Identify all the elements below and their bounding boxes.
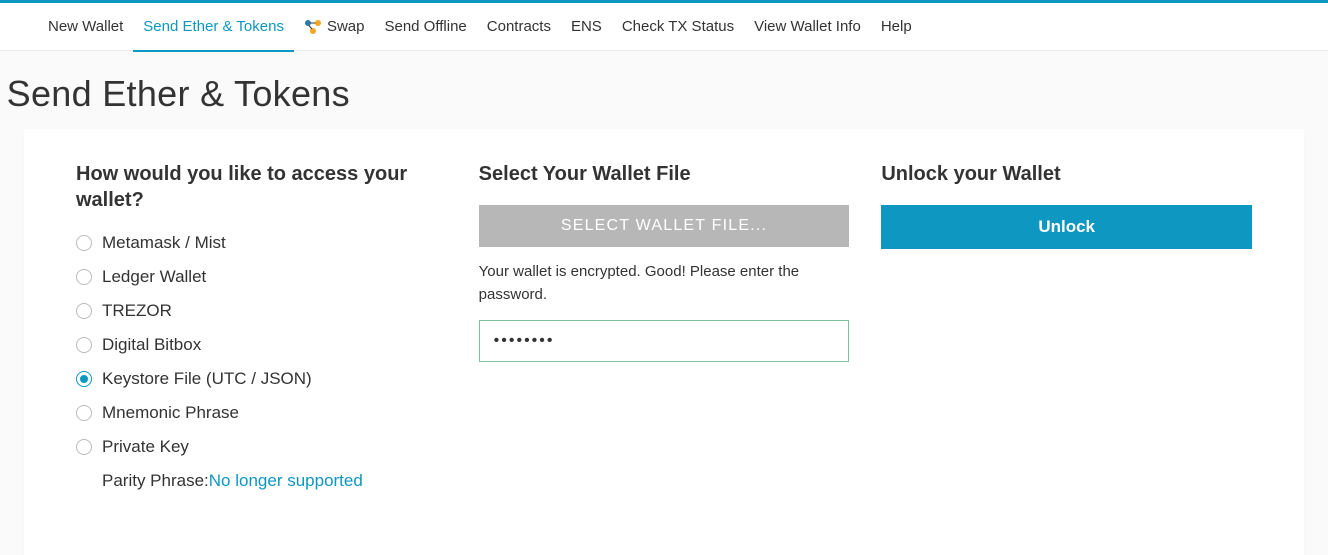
unlock-column: Unlock your Wallet Unlock [881,161,1252,503]
nav-send-offline[interactable]: Send Offline [374,3,476,51]
access-radio-list: Metamask / Mist Ledger Wallet TREZOR Dig… [76,231,447,493]
access-option-digital-bitbox[interactable]: Digital Bitbox [76,333,447,357]
radio-icon [76,439,92,455]
nav-swap[interactable]: Swap [294,3,375,51]
wallet-password-input[interactable] [479,320,850,362]
nav-help[interactable]: Help [871,3,922,51]
radio-label: Keystore File (UTC / JSON) [102,369,312,389]
wallet-encrypted-helper: Your wallet is encrypted. Good! Please e… [479,261,850,306]
access-option-private-key[interactable]: Private Key [76,435,447,459]
access-parity-row: Parity Phrase: No longer supported [76,469,447,493]
radio-label: TREZOR [102,301,172,321]
radio-label: Mnemonic Phrase [102,403,239,423]
main-nav: New Wallet Send Ether & Tokens Swap Send… [0,3,1328,51]
select-file-heading: Select Your Wallet File [479,161,850,187]
access-option-keystore[interactable]: Keystore File (UTC / JSON) [76,367,447,391]
nav-check-tx-status[interactable]: Check TX Status [612,3,744,51]
parity-label: Parity Phrase: [102,471,209,491]
access-option-trezor[interactable]: TREZOR [76,299,447,323]
nav-label: Contracts [487,18,551,35]
main-panel: How would you like to access your wallet… [24,129,1304,555]
parity-link[interactable]: No longer supported [209,471,363,491]
select-file-column: Select Your Wallet File SELECT WALLET FI… [479,161,850,503]
unlock-heading: Unlock your Wallet [881,161,1252,187]
nav-contracts[interactable]: Contracts [477,3,561,51]
nav-label: Help [881,18,912,35]
access-column: How would you like to access your wallet… [76,161,447,503]
nav-new-wallet[interactable]: New Wallet [38,3,133,51]
select-wallet-file-button[interactable]: SELECT WALLET FILE... [479,205,850,247]
radio-label: Private Key [102,437,189,457]
access-heading: How would you like to access your wallet… [76,161,447,213]
radio-icon [76,235,92,251]
radio-icon [76,405,92,421]
radio-icon [76,337,92,353]
nav-label: Check TX Status [622,18,734,35]
radio-icon [76,303,92,319]
unlock-button[interactable]: Unlock [881,205,1252,249]
nav-label: View Wallet Info [754,18,861,35]
page-title: Send Ether & Tokens [7,73,350,115]
access-option-metamask[interactable]: Metamask / Mist [76,231,447,255]
nav-send-ether-tokens[interactable]: Send Ether & Tokens [133,3,294,51]
swap-icon [304,19,322,35]
access-option-ledger[interactable]: Ledger Wallet [76,265,447,289]
nav-label: ENS [571,18,602,35]
radio-icon [76,371,92,387]
nav-label: New Wallet [48,18,123,35]
radio-label: Ledger Wallet [102,267,206,287]
radio-label: Digital Bitbox [102,335,201,355]
page-title-row: - Send Ether & Tokens [0,51,1328,129]
nav-view-wallet-info[interactable]: View Wallet Info [744,3,871,51]
radio-icon [76,269,92,285]
nav-label: Send Ether & Tokens [143,18,284,35]
radio-label: Metamask / Mist [102,233,226,253]
nav-ens[interactable]: ENS [561,3,612,51]
access-option-mnemonic[interactable]: Mnemonic Phrase [76,401,447,425]
nav-label: Send Offline [384,18,466,35]
nav-label: Swap [327,18,365,35]
